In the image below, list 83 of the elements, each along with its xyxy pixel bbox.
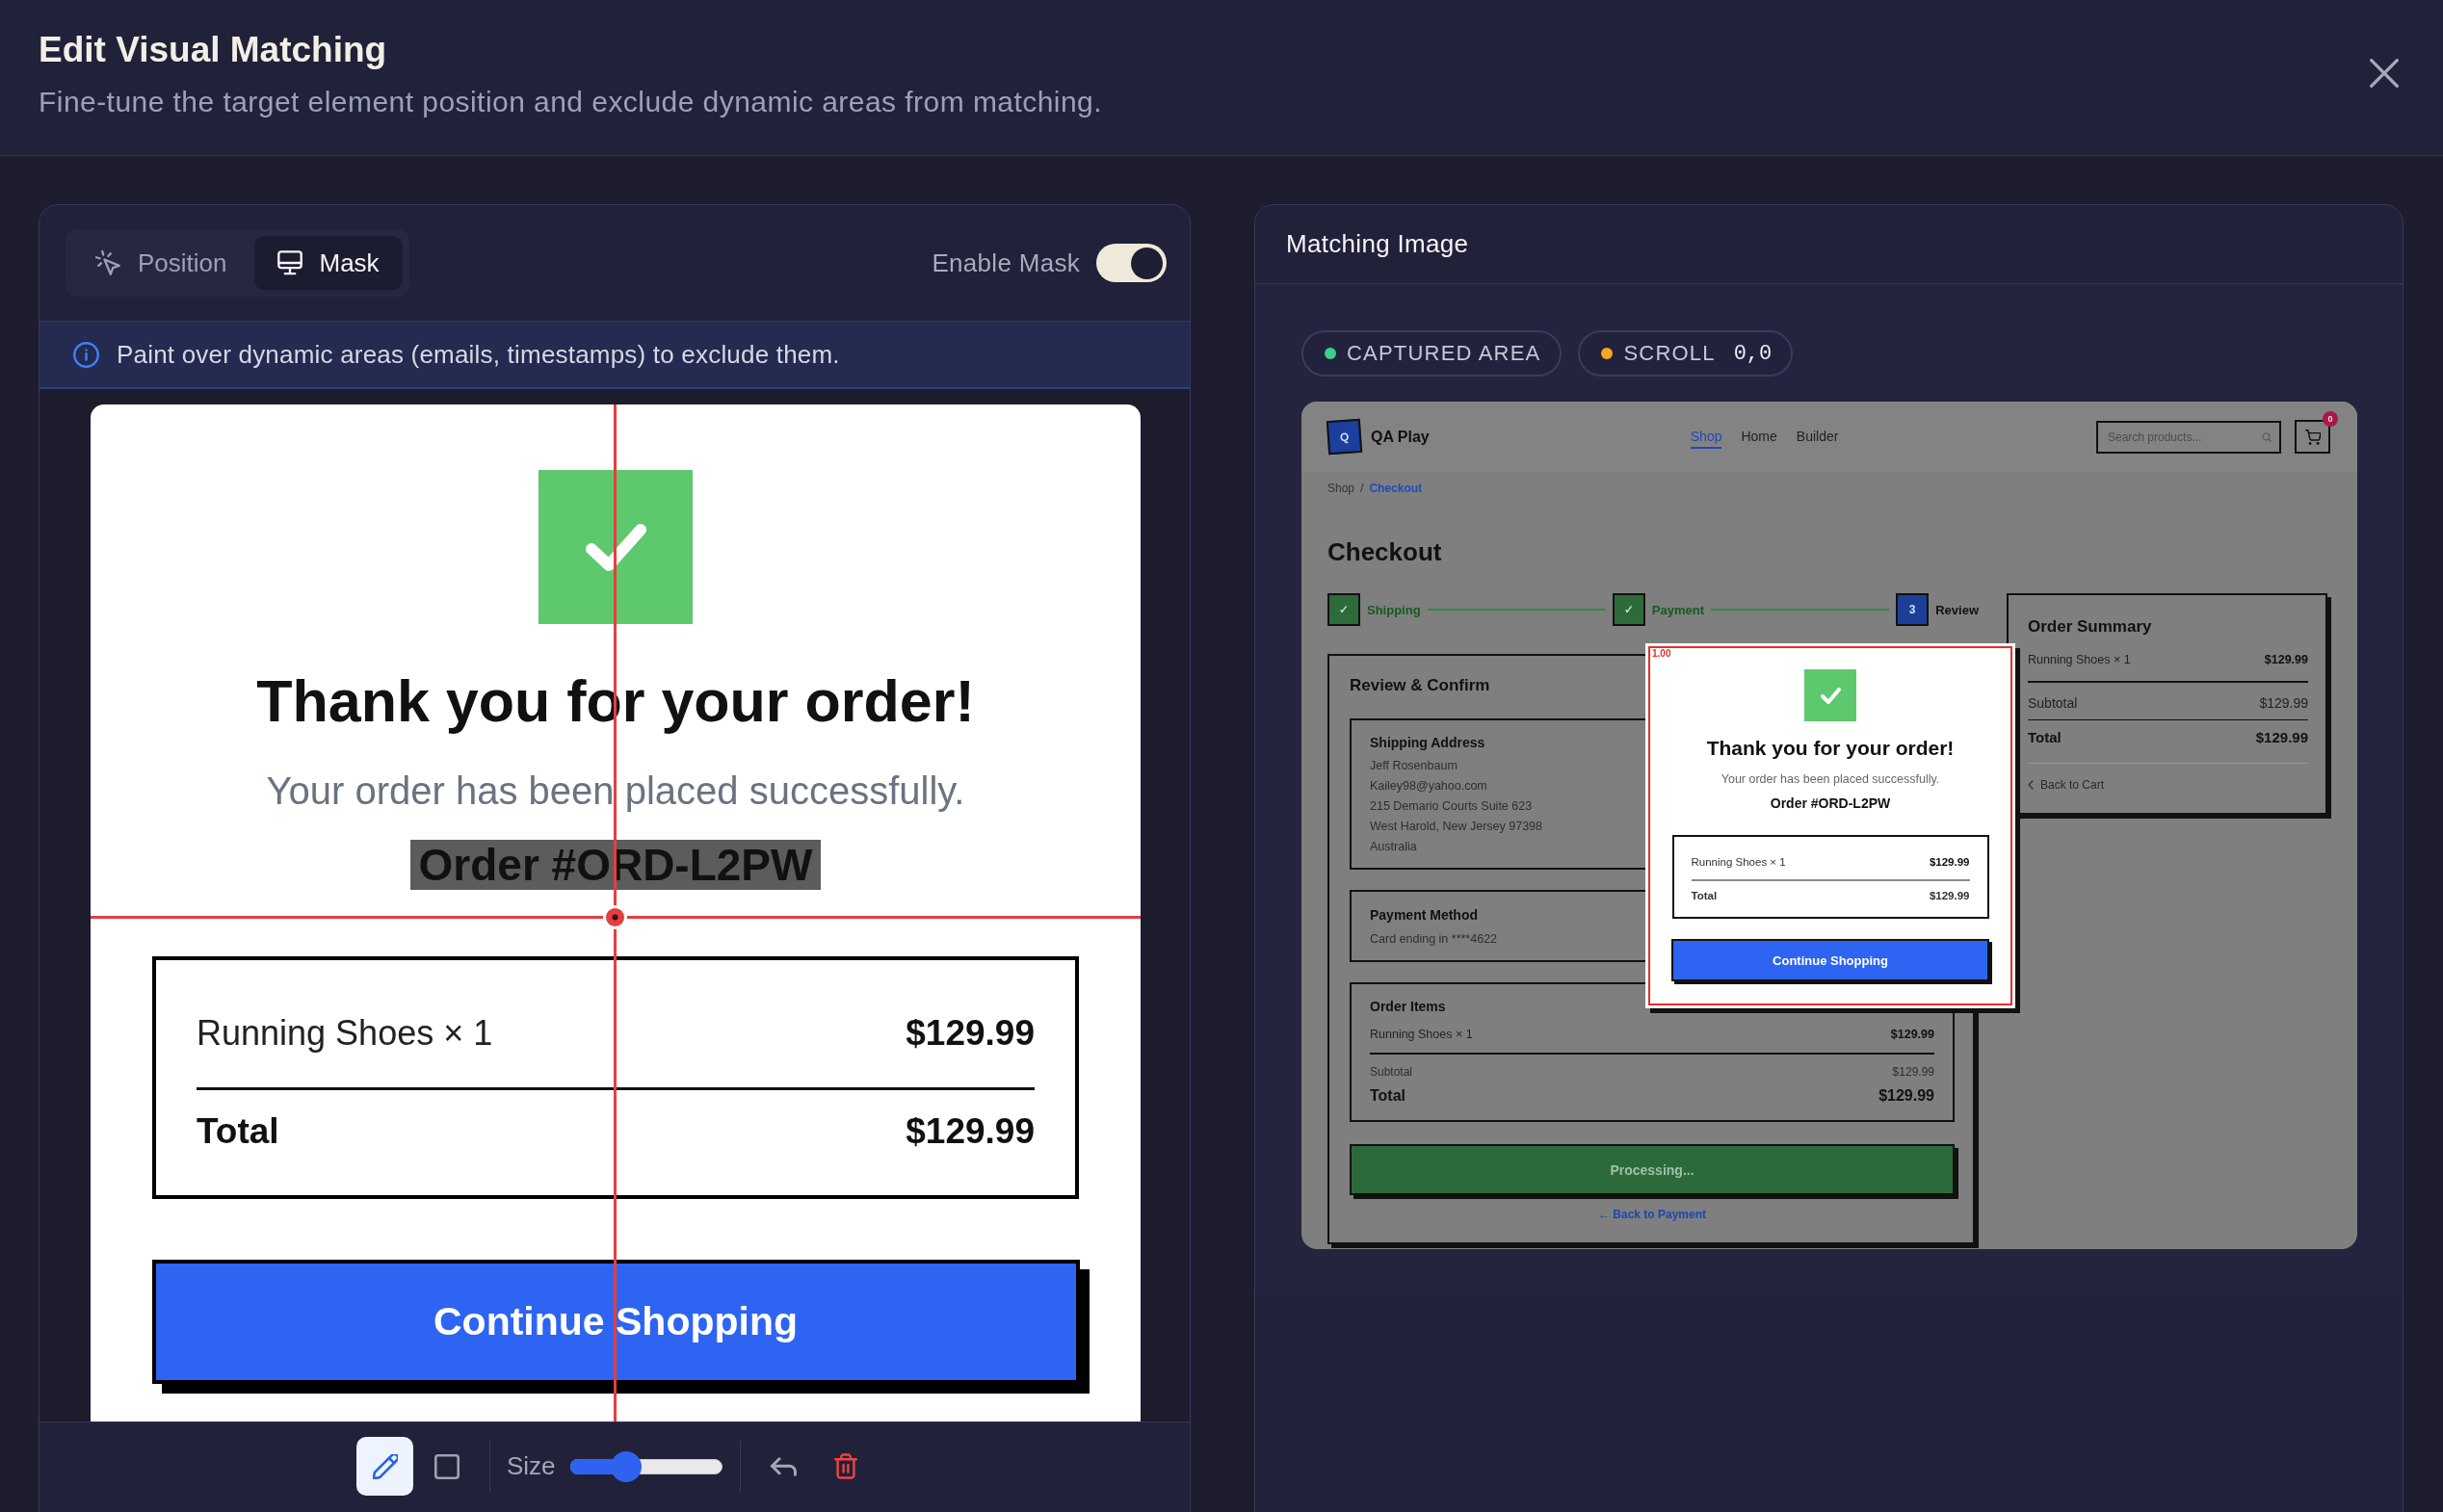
- panel-title: Matching Image: [1286, 229, 1469, 259]
- info-text: Paint over dynamic areas (emails, timestamps) to exclude them.: [117, 339, 840, 370]
- step-marker: ✓: [1327, 593, 1360, 626]
- card-title: Order Summary: [2028, 616, 2152, 638]
- step-label: Review: [1935, 602, 1979, 617]
- logo-mark: Q: [1326, 418, 1363, 456]
- badge-label: CAPTURED AREA: [1347, 341, 1541, 366]
- search-icon: [2262, 431, 2272, 442]
- check-icon: [539, 470, 693, 624]
- toggle-label: Enable Mask: [932, 248, 1080, 278]
- match-score: 1.00: [1652, 648, 1671, 659]
- step-label: Payment: [1651, 602, 1704, 617]
- thank-you-heading: Thank you for your order!: [1706, 736, 1955, 761]
- item-price: $129.99: [1890, 1027, 1934, 1043]
- cursor-click-icon: [95, 250, 120, 275]
- total-label: Total: [197, 1111, 279, 1152]
- brush-tool-button[interactable]: [356, 1437, 413, 1496]
- crosshair-dot-icon: [603, 905, 627, 929]
- undo-icon[interactable]: [770, 1454, 797, 1478]
- continue-shopping-button[interactable]: Continue Shopping: [1671, 939, 1989, 981]
- close-icon[interactable]: [2370, 59, 2399, 88]
- mask-toggle[interactable]: [1096, 244, 1167, 282]
- page-heading: Checkout: [1327, 537, 1442, 566]
- trash-icon[interactable]: [833, 1453, 857, 1479]
- address-line: 215 Demario Courts Suite 623: [1370, 798, 1533, 815]
- info-icon: [73, 341, 99, 368]
- subtotal-label: Subtotal: [2028, 694, 2078, 713]
- check-icon: [1804, 669, 1856, 721]
- address-line: West Harold, New Jersey 97398: [1370, 819, 1543, 835]
- success-message: Your order has been placed successfully.: [266, 769, 965, 814]
- step-label: Shipping: [1367, 602, 1421, 617]
- breadcrumb-separator: /: [1360, 481, 1364, 496]
- section-title: Order Items: [1370, 998, 1446, 1016]
- nav-link[interactable]: Builder: [1796, 425, 1839, 449]
- subtotal-label: Subtotal: [1370, 1064, 1413, 1081]
- dialog-title: Edit Visual Matching: [39, 30, 387, 70]
- total-price: $129.99: [1929, 889, 1970, 903]
- step-marker: 3: [1896, 593, 1930, 626]
- item-price: $129.99: [2264, 652, 2308, 668]
- total-price: $129.99: [1878, 1086, 1934, 1106]
- badge-value: 0,0: [1733, 341, 1773, 366]
- nav-link[interactable]: Home: [1741, 425, 1777, 449]
- step-marker: ✓: [1612, 593, 1645, 626]
- cart-count: 0: [2323, 411, 2338, 427]
- size-slider[interactable]: [569, 1450, 722, 1482]
- item-name: Running Shoes × 1: [1370, 1027, 1473, 1043]
- total-label: Total: [1370, 1086, 1406, 1106]
- item-name: Running Shoes × 1: [197, 1013, 493, 1054]
- badge-label: SCROLL: [1623, 341, 1716, 366]
- address-line: Jeff Rosenbaum: [1370, 758, 1458, 774]
- item-name: Running Shoes × 1: [1691, 855, 1786, 870]
- total-price: $129.99: [2255, 728, 2308, 747]
- slider-thumb[interactable]: [611, 1450, 643, 1482]
- chevron-left-icon: [2028, 780, 2034, 790]
- back-link[interactable]: ← Back to Payment: [1597, 1208, 1706, 1221]
- subtotal-price: $129.99: [2259, 694, 2308, 713]
- back-link[interactable]: Back to Cart: [2028, 775, 2105, 795]
- square-icon: [433, 1453, 460, 1479]
- item-price: $129.99: [906, 1013, 1035, 1054]
- mode-tab[interactable]: Mask: [253, 236, 403, 290]
- nav-link[interactable]: Shop: [1690, 425, 1722, 449]
- size-label: Size: [507, 1451, 556, 1481]
- pencil-icon: [372, 1453, 398, 1479]
- total-price: $129.99: [906, 1111, 1035, 1152]
- address-line: Kailey98@yahoo.com: [1370, 778, 1487, 795]
- total-label: Total: [2028, 728, 2062, 747]
- brand-name: QA Play: [1371, 428, 1430, 446]
- section-title: Shipping Address: [1370, 734, 1485, 752]
- dialog-subtitle: Fine-tune the target element position and exclude dynamic areas from matching.: [39, 85, 1102, 119]
- subtotal-price: $129.99: [1892, 1064, 1934, 1081]
- section-title: Payment Method: [1370, 906, 1478, 925]
- address-line: Australia: [1370, 839, 1417, 855]
- item-name: Running Shoes × 1: [2028, 652, 2131, 668]
- mode-tab[interactable]: Position: [72, 236, 250, 290]
- order-number: Order #ORD-L2PW: [1770, 795, 1891, 813]
- item-price: $129.99: [1929, 855, 1970, 870]
- payment-detail: Card ending in ****4622: [1370, 931, 1498, 948]
- cart-icon: [2304, 429, 2321, 445]
- breadcrumb-link[interactable]: Shop: [1327, 481, 1355, 496]
- total-label: Total: [1691, 889, 1718, 903]
- monitor-icon: [276, 250, 302, 275]
- success-message: Your order has been placed successfully.: [1721, 771, 1940, 788]
- card-title: Review & Confirm: [1350, 675, 1490, 696]
